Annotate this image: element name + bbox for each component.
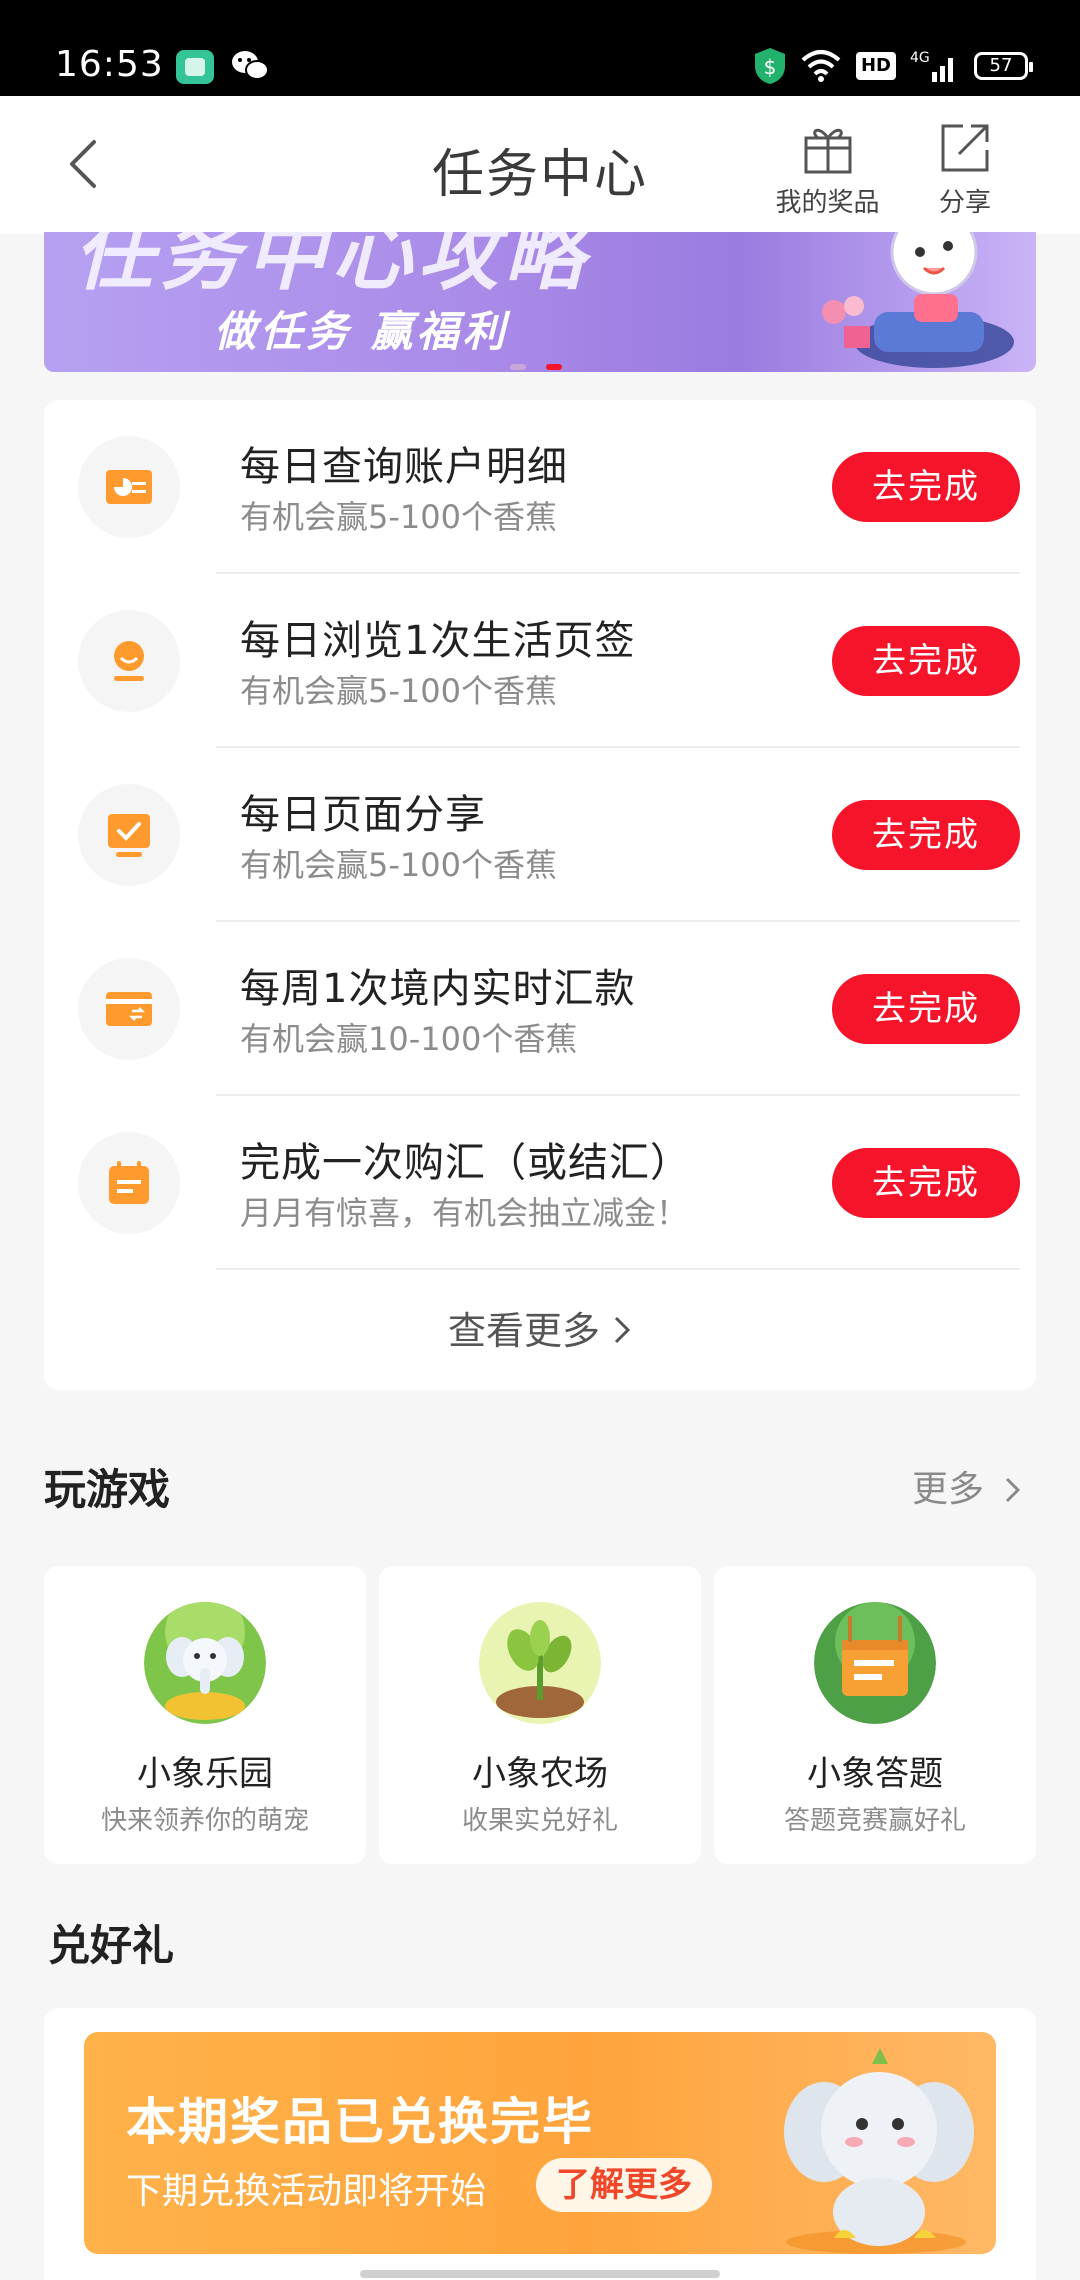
view-more-link[interactable]: 查看更多 (44, 1300, 1036, 1355)
learn-more-button[interactable]: 了解更多 (536, 2158, 712, 2212)
task-item: 每周1次境内实时汇款 有机会赢10-100个香蕉 去完成 (44, 922, 1036, 1096)
share-button[interactable]: 分享 (920, 120, 1010, 219)
life-tab-icon (114, 641, 144, 681)
go-complete-button[interactable]: 去完成 (832, 1148, 1020, 1218)
task-icon-container (78, 958, 180, 1060)
status-bar: 16:53 $ HD 4G 57 (0, 0, 1080, 96)
task-item: 完成一次购汇（或结汇） 月月有惊喜，有机会抽立减金！ 去完成 (44, 1096, 1036, 1270)
game-subtitle: 快来领养你的萌宠 (100, 1806, 309, 1836)
task-title: 完成一次购汇（或结汇） (240, 1140, 691, 1186)
task-title: 每日页面分享 (240, 792, 486, 838)
top-nav-bar: 任务中心 我的奖品 分享 (0, 96, 1080, 234)
task-title: 每日浏览1次生活页签 (240, 618, 636, 664)
games-section-title: 玩游戏 (44, 1465, 171, 1514)
banner-headline: 任务中心攻略 (74, 232, 590, 301)
redeem-subtitle: 下期兑换活动即将开始 (126, 2171, 487, 2212)
game-subtitle: 收果实兑好礼 (461, 1806, 618, 1836)
elephant-park-icon (144, 1602, 266, 1724)
task-item: 每日查询账户明细 有机会赢5-100个香蕉 去完成 (44, 400, 1036, 574)
battery-icon: 57 (974, 52, 1033, 80)
game-card-quiz[interactable]: 小象答题 答题竞赛赢好礼 (714, 1566, 1036, 1864)
game-card-farm[interactable]: 小象农场 收果实兑好礼 (379, 1566, 701, 1864)
hd-voice-icon: HD (856, 52, 896, 80)
share-icon (941, 124, 989, 172)
task-reward: 有机会赢5-100个香蕉 (240, 498, 557, 536)
redeem-headline: 本期奖品已兑换完毕 (126, 2093, 594, 2151)
home-indicator (360, 2270, 720, 2278)
svg-text:$: $ (764, 55, 777, 79)
account-detail-icon (106, 470, 152, 504)
task-list-card: 每日查询账户明细 有机会赢5-100个香蕉 去完成 每日浏览1次生活页签 有机会… (44, 400, 1036, 1390)
redeem-card: 本期奖品已兑换完毕 下期兑换活动即将开始 了解更多 (44, 2008, 1036, 2280)
banner-dot-1[interactable] (510, 364, 526, 370)
task-icon-container (78, 784, 180, 886)
page-share-icon (108, 814, 150, 857)
chevron-right-icon (614, 1316, 631, 1344)
promo-banner[interactable]: 任务中心攻略 做任务 赢福利 (44, 232, 1036, 372)
task-title: 每日查询账户明细 (240, 444, 568, 490)
game-subtitle: 答题竞赛赢好礼 (783, 1806, 966, 1836)
wifi-icon (801, 50, 841, 82)
task-reward: 有机会赢5-100个香蕉 (240, 672, 557, 710)
calendar-icon (109, 1161, 149, 1204)
wechat-icon (232, 51, 269, 80)
page-title: 任务中心 (431, 145, 648, 205)
battery-level: 57 (989, 55, 1013, 76)
task-icon-container (78, 436, 180, 538)
task-icon-container (78, 610, 180, 712)
elephant-farm-icon (479, 1602, 601, 1724)
games-more-label: 更多 (912, 1469, 985, 1510)
security-shield-icon: $ (755, 48, 785, 84)
gift-icon (804, 128, 851, 174)
remittance-card-icon (106, 992, 152, 1026)
notes-app-icon (176, 50, 214, 84)
game-name: 小象答题 (807, 1754, 943, 1794)
task-item: 每日页面分享 有机会赢5-100个香蕉 去完成 (44, 748, 1036, 922)
game-name: 小象农场 (472, 1754, 608, 1794)
game-card-park[interactable]: 小象乐园 快来领养你的萌宠 (44, 1566, 366, 1864)
task-reward: 月月有惊喜，有机会抽立减金！ (240, 1194, 689, 1232)
signal-4g-icon: 4G (910, 50, 953, 82)
redeem-section-title: 兑好礼 (48, 1921, 175, 1970)
task-item: 每日浏览1次生活页签 有机会赢5-100个香蕉 去完成 (44, 574, 1036, 748)
go-complete-button[interactable]: 去完成 (832, 626, 1020, 696)
status-time: 16:53 (55, 44, 164, 85)
task-title: 每周1次境内实时汇款 (240, 966, 636, 1012)
task-reward: 有机会赢10-100个香蕉 (240, 1020, 578, 1058)
rabbit-mascot-illustration (822, 232, 1014, 368)
my-prizes-label: 我的奖品 (775, 188, 880, 218)
elephant-mascot-illustration (784, 2048, 974, 2254)
go-complete-button[interactable]: 去完成 (832, 974, 1020, 1044)
game-name: 小象乐园 (137, 1754, 273, 1794)
redeem-banner[interactable]: 本期奖品已兑换完毕 下期兑换活动即将开始 了解更多 (84, 2032, 996, 2254)
network-type: 4G (910, 50, 930, 66)
games-more-link[interactable]: 更多 (912, 1460, 1023, 1512)
my-prizes-button[interactable]: 我的奖品 (770, 120, 885, 219)
banner-subtitle: 做任务 赢福利 (214, 307, 509, 356)
chevron-right-icon (1006, 1477, 1021, 1503)
task-icon-container (78, 1132, 180, 1234)
share-label: 分享 (938, 188, 991, 218)
task-reward: 有机会赢5-100个香蕉 (240, 846, 557, 884)
go-complete-button[interactable]: 去完成 (832, 800, 1020, 870)
view-more-label: 查看更多 (447, 1309, 600, 1353)
elephant-quiz-icon (814, 1602, 936, 1724)
divider (216, 1268, 1020, 1270)
banner-dot-2-active[interactable] (546, 364, 562, 370)
go-complete-button[interactable]: 去完成 (832, 452, 1020, 522)
